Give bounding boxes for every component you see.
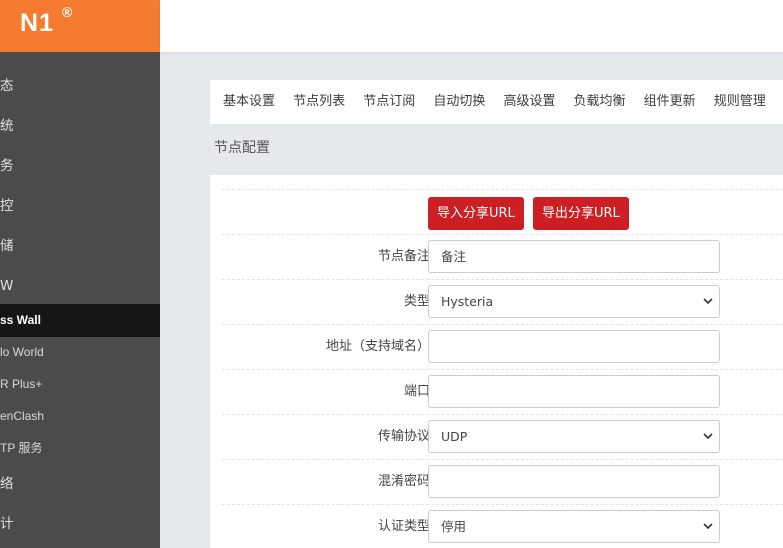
tab-advanced-settings[interactable]: 高级设置 <box>503 80 555 124</box>
chevron-down-icon <box>703 433 713 440</box>
type-row: 类型 Hysteria <box>222 279 783 325</box>
tab-auto-switch[interactable]: 自动切换 <box>433 80 485 124</box>
top-header-bar <box>160 0 783 52</box>
sidebar: 态 统 务 控 储 W ss Wall lo World R Plus+ enC… <box>0 52 160 548</box>
protocol-select[interactable]: UDP <box>428 420 720 453</box>
tab-load-balancing[interactable]: 负载均衡 <box>574 80 626 124</box>
brand-logo: N1 <box>20 9 54 37</box>
chevron-down-icon <box>703 523 713 530</box>
obfs-row: 混淆密码 <box>222 459 783 505</box>
port-row: 端口 <box>222 369 783 415</box>
tab-basic-settings[interactable]: 基本设置 <box>223 80 275 124</box>
node-config-card: 导入分享URL 导出分享URL 节点备注 备注 类型 Hysteria 地址（支… <box>210 175 783 548</box>
auth-type-select[interactable]: 停用 <box>428 510 720 543</box>
remark-input[interactable]: 备注 <box>428 240 720 273</box>
type-select[interactable]: Hysteria <box>428 285 720 318</box>
tab-rule-management[interactable]: 规则管理 <box>714 80 766 124</box>
address-row: 地址（支持域名） <box>222 324 783 370</box>
logo-bar: N1 ® <box>0 0 160 52</box>
tab-bar: 基本设置 节点列表 节点订阅 自动切换 高级设置 负载均衡 组件更新 规则管理 … <box>210 80 783 124</box>
remark-label: 节点备注 <box>377 249 430 264</box>
protocol-select-value: UDP <box>441 429 468 444</box>
obfs-label: 混淆密码 <box>377 474 430 489</box>
port-input[interactable] <box>428 375 720 408</box>
tab-node-subscription[interactable]: 节点订阅 <box>363 80 415 124</box>
address-label: 地址（支持域名） <box>325 339 430 354</box>
import-share-url-button[interactable]: 导入分享URL <box>428 197 524 230</box>
registered-mark: ® <box>62 4 73 20</box>
auth-type-select-value: 停用 <box>441 519 467 534</box>
export-share-url-button[interactable]: 导出分享URL <box>533 197 629 230</box>
remark-row: 节点备注 备注 <box>222 234 783 280</box>
tab-node-list[interactable]: 节点列表 <box>293 80 345 124</box>
tab-component-update[interactable]: 组件更新 <box>644 80 696 124</box>
section-title: 节点配置 <box>214 140 270 156</box>
auth-row: 认证类型 停用 <box>222 504 783 548</box>
protocol-row: 传输协议 UDP <box>222 414 783 460</box>
auth-label: 认证类型 <box>377 519 430 534</box>
address-input[interactable] <box>428 330 720 363</box>
obfs-password-input[interactable] <box>428 465 720 498</box>
protocol-label: 传输协议 <box>377 429 430 444</box>
port-label: 端口 <box>403 384 430 399</box>
type-select-value: Hysteria <box>441 294 494 309</box>
type-label: 类型 <box>403 294 430 309</box>
sidebar-item-passwall[interactable]: ss Wall <box>0 310 41 330</box>
share-url-row: 导入分享URL 导出分享URL <box>222 189 783 235</box>
chevron-down-icon <box>703 298 713 305</box>
